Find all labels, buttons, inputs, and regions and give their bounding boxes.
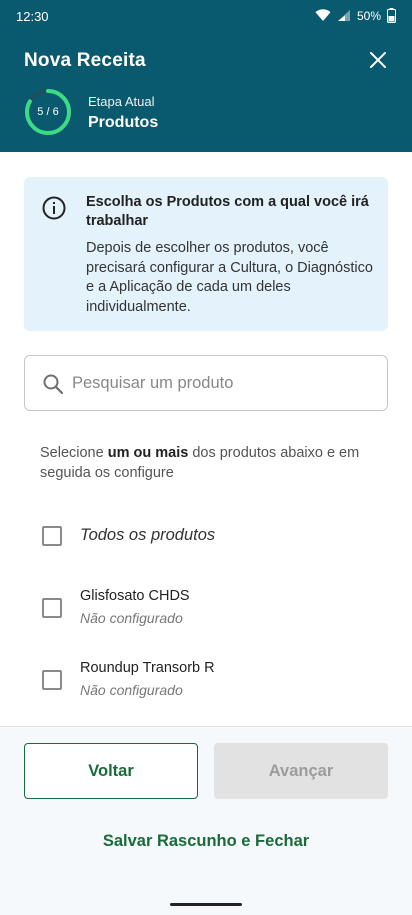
- status-icons: 50%: [315, 8, 396, 23]
- select-all-checkbox[interactable]: [42, 526, 62, 546]
- footer-actions: Voltar Avançar Salvar Rascunho e Fechar: [0, 726, 412, 886]
- system-nav-bar: [0, 886, 412, 915]
- close-icon: [370, 52, 386, 68]
- current-step-label: Etapa Atual: [88, 94, 155, 109]
- app-header: Nova Receita 5 / 6 Etapa Atual Produtos: [0, 34, 412, 152]
- status-time: 12:30: [16, 9, 49, 24]
- current-step-value: Produtos: [88, 114, 159, 131]
- product-checkbox[interactable]: [42, 670, 62, 690]
- status-bar: 12:30 50%: [0, 0, 412, 34]
- instruction-prefix: Selecione: [40, 445, 108, 461]
- instruction-bold: um ou mais: [107, 445, 189, 461]
- product-checkbox[interactable]: [42, 598, 62, 618]
- select-all-label: Todos os produtos: [80, 526, 216, 544]
- product-status: Não configurado: [80, 610, 183, 626]
- product-name: Roundup Transorb R: [80, 660, 215, 676]
- signal-icon: [337, 10, 350, 21]
- main-content: Escolha os Produtos com a qual você irá …: [0, 152, 412, 726]
- select-all-item[interactable]: Todos os produtos: [0, 506, 412, 566]
- product-item[interactable]: Roundup Transorb R Não configurado: [0, 658, 412, 718]
- battery-percent: 50%: [356, 8, 381, 23]
- info-title: Escolha os Produtos com a qual você irá …: [86, 194, 369, 229]
- page-title: Nova Receita: [24, 50, 146, 71]
- save-draft-link[interactable]: Salvar Rascunho e Fechar: [0, 832, 412, 851]
- product-item[interactable]: Glisfosato CHDS Não configurado: [0, 586, 412, 646]
- product-name: Glisfosato CHDS: [80, 588, 190, 604]
- info-box: Escolha os Produtos com a qual você irá …: [24, 177, 388, 331]
- close-button[interactable]: [366, 48, 390, 72]
- wifi-icon: [315, 9, 331, 21]
- battery-icon: [387, 8, 396, 23]
- next-button[interactable]: Avançar: [214, 743, 388, 799]
- home-indicator[interactable]: [170, 903, 242, 906]
- search-field[interactable]: [24, 355, 388, 411]
- info-body: Depois de escolher os produtos, você pre…: [86, 240, 373, 315]
- back-button[interactable]: Voltar: [24, 743, 198, 799]
- product-status: Não configurado: [80, 682, 183, 698]
- step-progress-label: 5 / 6: [37, 106, 59, 118]
- search-icon: [43, 374, 64, 395]
- search-input[interactable]: [72, 368, 372, 398]
- instruction-text: Selecione um ou mais dos produtos abaixo…: [40, 444, 380, 483]
- info-icon: [42, 196, 66, 220]
